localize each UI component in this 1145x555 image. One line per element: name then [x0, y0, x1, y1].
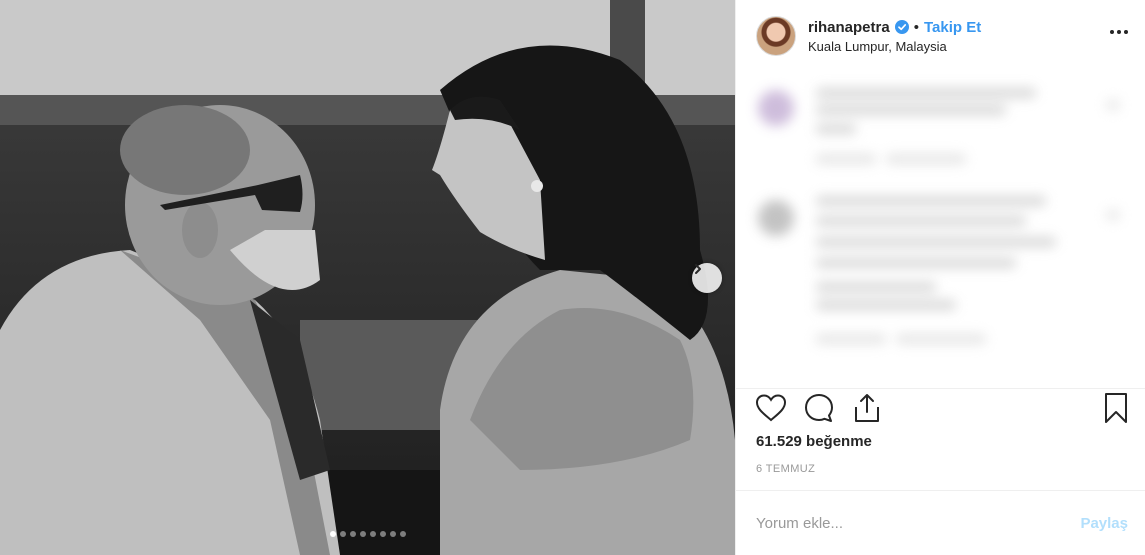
action-bar: [736, 388, 1145, 428]
carousel-dot: [399, 531, 406, 537]
heart-icon[interactable]: [754, 391, 788, 425]
avatar[interactable]: [756, 16, 796, 56]
header-separator: •: [913, 18, 919, 36]
carousel-dot: [389, 531, 396, 537]
carousel-indicator: [0, 531, 735, 537]
username-link[interactable]: rihanapetra: [808, 19, 890, 36]
carousel-dot: [329, 531, 336, 537]
chevron-right-icon: [695, 264, 701, 274]
comment-bubble-icon[interactable]: [802, 391, 836, 425]
bookmark-icon[interactable]: [1101, 391, 1131, 425]
header-row: rihanapetra • Takip Et: [808, 19, 981, 36]
comment-input[interactable]: [756, 514, 1081, 532]
header-text: rihanapetra • Takip Et Kuala Lumpur, Mal…: [808, 19, 981, 54]
post-comment-button[interactable]: Paylaş: [1080, 515, 1128, 532]
photo-scene: [0, 0, 735, 555]
carousel-next-button[interactable]: [692, 263, 722, 293]
post-date[interactable]: 6 TEMMUZ: [756, 463, 815, 475]
comments-list[interactable]: [736, 72, 1145, 388]
share-icon[interactable]: [850, 391, 884, 425]
carousel-dot: [349, 531, 356, 537]
likes-count[interactable]: 61.529 beğenme: [756, 433, 872, 450]
location-link[interactable]: Kuala Lumpur, Malaysia: [808, 39, 981, 54]
instagram-post: rihanapetra • Takip Et Kuala Lumpur, Mal…: [0, 0, 1145, 555]
verified-badge-icon: [894, 20, 909, 34]
post-sidebar: rihanapetra • Takip Et Kuala Lumpur, Mal…: [735, 0, 1145, 555]
follow-button[interactable]: Takip Et: [924, 19, 981, 36]
post-photo[interactable]: [0, 0, 735, 555]
carousel-dot: [379, 531, 386, 537]
carousel-dot: [359, 531, 366, 537]
carousel-dot: [339, 531, 346, 537]
add-comment-form: Paylaş: [736, 490, 1145, 555]
more-options-icon[interactable]: [1110, 30, 1128, 34]
carousel-dot: [369, 531, 376, 537]
post-header: rihanapetra • Takip Et Kuala Lumpur, Mal…: [736, 0, 1145, 72]
